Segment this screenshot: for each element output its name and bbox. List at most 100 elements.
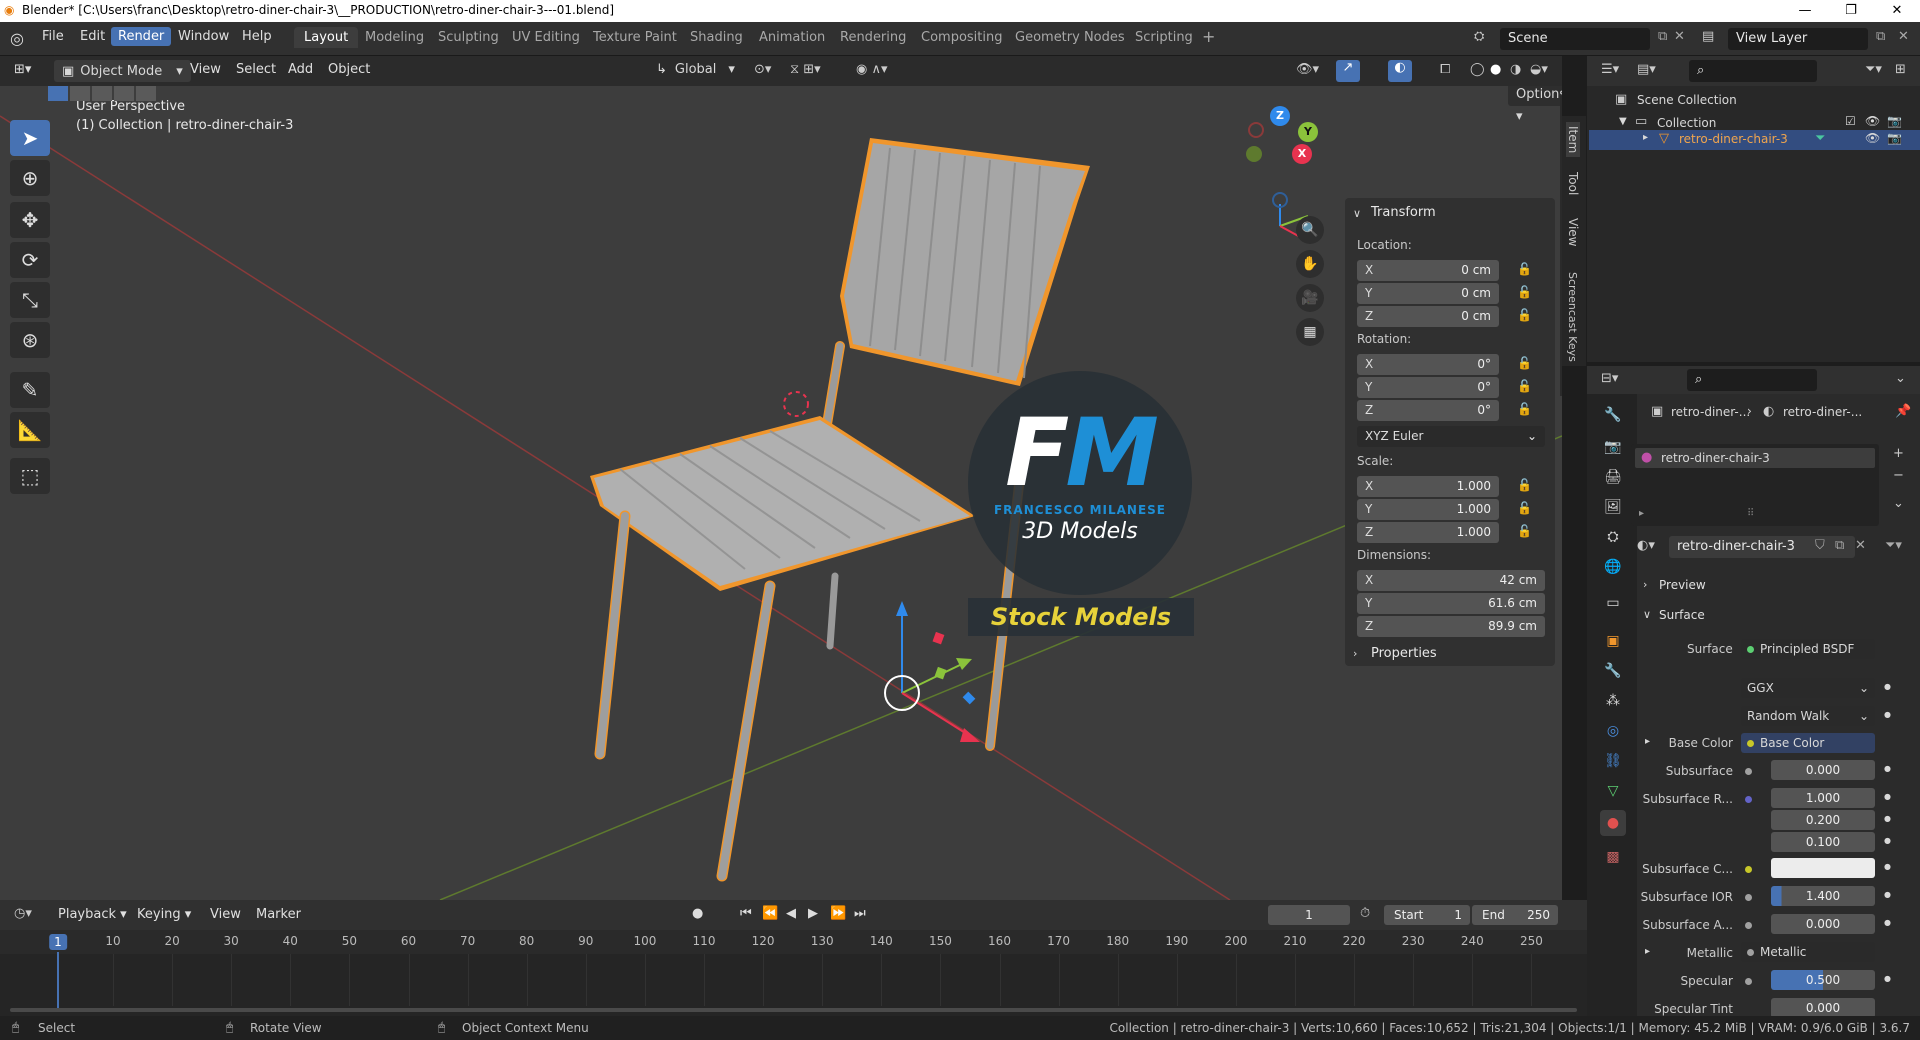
constraints-tab-icon[interactable]: ⛓ (1600, 748, 1626, 774)
material-name-field[interactable]: retro-diner-chair-3 (1669, 536, 1855, 558)
prev-keyframe-icon[interactable]: ⏪ (762, 906, 778, 921)
lock-icon[interactable]: 🔓 (1517, 285, 1532, 299)
end-frame-field[interactable]: End 250 (1472, 905, 1558, 925)
animate-dot-icon[interactable]: ● (1884, 792, 1891, 801)
subsurface-radius-z-field[interactable]: 0.100 (1771, 832, 1875, 852)
subsurface-radius-y-field[interactable]: 0.200 (1771, 810, 1875, 830)
tab-compositing[interactable]: Compositing (921, 30, 1003, 45)
unlink-icon[interactable]: ✕ (1855, 538, 1866, 553)
tab-sculpting[interactable]: Sculpting (438, 30, 499, 45)
transform-section-title[interactable]: Transform (1371, 205, 1436, 220)
lock-icon[interactable]: 🔓 (1517, 356, 1532, 370)
lock-icon[interactable]: 🔓 (1517, 478, 1532, 492)
lock-icon[interactable]: 🔓 (1517, 262, 1532, 276)
tab-geometry-nodes[interactable]: Geometry Nodes (1015, 30, 1125, 45)
scene-tab-icon[interactable]: ⛭ (1600, 524, 1626, 550)
move-tool[interactable]: ✥ (10, 202, 50, 238)
lock-icon[interactable]: 🔓 (1517, 501, 1532, 515)
duplicate-icon[interactable]: ⧉ (1835, 538, 1844, 553)
transform-tool[interactable]: ⊛ (10, 322, 50, 358)
mode-selector[interactable]: ▣ Object Mode ▾ (54, 60, 191, 82)
tab-animation[interactable]: Animation (759, 30, 825, 45)
select-intersect-icon[interactable] (136, 86, 156, 101)
slot-menu-icon[interactable]: ⌄ (1893, 496, 1904, 511)
tab-texture-paint[interactable]: Texture Paint (593, 30, 677, 45)
current-frame-field[interactable]: 1 (1268, 905, 1350, 925)
socket-icon[interactable] (1745, 918, 1758, 933)
specular-field[interactable]: 0.500 (1771, 970, 1875, 990)
timeline-menu-playback[interactable]: Playback ▾ (58, 907, 127, 922)
outliner-scene-collection[interactable]: Scene Collection (1637, 93, 1737, 107)
nav-gizmo-neg-z[interactable] (1272, 192, 1288, 208)
animate-dot-icon[interactable]: ● (1884, 862, 1891, 871)
animate-dot-icon[interactable]: ● (1884, 814, 1891, 823)
overlay-toggle-icon[interactable]: ◐ (1388, 60, 1412, 82)
remove-slot-icon[interactable]: − (1893, 468, 1904, 483)
preview-section-title[interactable]: Preview (1659, 578, 1706, 592)
socket-icon[interactable] (1745, 792, 1758, 807)
nav-gizmo-neg-y[interactable] (1246, 146, 1262, 162)
particles-tab-icon[interactable]: ⁂ (1600, 688, 1626, 714)
scale-tool[interactable]: ⤡ (10, 282, 50, 318)
3d-viewport[interactable]: User Perspective (1) Collection | retro-… (0, 86, 1562, 900)
dimensions-z-field[interactable]: Z 89.9 cm (1357, 616, 1545, 637)
timeline-menu-view[interactable]: View (210, 907, 241, 922)
perspective-grid-icon[interactable]: ▦ (1296, 318, 1324, 346)
filter-icon[interactable]: ⏷▾ (1865, 62, 1882, 77)
gizmo-toggle-icon[interactable]: ↗ (1336, 60, 1360, 82)
resize-handle-icon[interactable]: ⠿ (1747, 508, 1754, 519)
nav-gizmo-z[interactable]: Z (1270, 106, 1290, 126)
record-icon[interactable]: ● (692, 906, 703, 921)
timeline-editor-icon[interactable]: ◷▾ (14, 906, 32, 921)
lock-icon[interactable]: 🔓 (1517, 379, 1532, 393)
new-collection-icon[interactable]: ⊞ (1895, 62, 1906, 77)
timeline-menu-keying[interactable]: Keying ▾ (137, 907, 191, 922)
material-tab-icon[interactable]: ● (1600, 810, 1626, 836)
tab-screencast-keys[interactable]: Screencast Keys (1566, 272, 1579, 362)
tab-modeling[interactable]: Modeling (365, 30, 424, 45)
transform-orientation[interactable]: ↳ Global ▾ (656, 62, 735, 77)
outliner-search-input[interactable]: ⌕ (1689, 60, 1817, 82)
scale-x-field[interactable]: X 1.000 (1357, 476, 1499, 497)
camera-view-icon[interactable]: 🎥 (1296, 284, 1324, 312)
nav-gizmo-neg-x[interactable] (1248, 122, 1264, 138)
cursor-tool[interactable]: ⊕ (10, 160, 50, 196)
xray-icon[interactable]: ⧠ (1440, 62, 1450, 77)
location-y-field[interactable]: Y0 cm (1357, 283, 1499, 304)
subsurface-ior-field[interactable]: 1.400 (1771, 886, 1875, 906)
outliner-object-row[interactable]: ▸ ▽ retro-diner-chair-3 ⏷ 👁 📷 (1589, 130, 1920, 150)
rotation-x-field[interactable]: X 0° (1357, 354, 1499, 375)
tab-uv-editing[interactable]: UV Editing (512, 30, 580, 45)
zoom-icon[interactable]: 🔍 (1296, 216, 1324, 244)
maximize-button[interactable]: ❐ (1828, 0, 1874, 22)
output-tab-icon[interactable]: 🖨 (1600, 464, 1626, 490)
texture-tab-icon[interactable]: ▩ (1600, 844, 1626, 870)
specular-tint-field[interactable]: 0.000 (1771, 998, 1875, 1018)
object-tab-icon[interactable]: ▣ (1600, 628, 1626, 654)
tab-item[interactable]: Item (1566, 122, 1580, 158)
data-tab-icon[interactable]: ▽ (1600, 778, 1626, 804)
select-difference-icon[interactable] (114, 86, 134, 101)
tab-scripting[interactable]: Scripting (1135, 30, 1193, 45)
snap-icon[interactable]: ⧖ ⊞▾ (790, 62, 821, 77)
pivot-icon[interactable]: ⊙▾ (754, 62, 771, 77)
properties-editor-icon[interactable]: ⊟▾ (1601, 371, 1618, 386)
animate-dot-icon[interactable]: ● (1884, 890, 1891, 899)
menu-window[interactable]: Window (178, 29, 229, 44)
blender-menu-icon[interactable]: ◎ (10, 29, 24, 48)
material-slot-row[interactable]: ● retro-diner-chair-3 (1635, 448, 1875, 468)
proportional-edit-icon[interactable]: ◉ ∧▾ (856, 62, 888, 77)
playhead[interactable] (57, 952, 59, 1012)
play-reverse-icon[interactable]: ◀ (786, 906, 796, 921)
socket-icon[interactable] (1745, 862, 1758, 877)
animate-dot-icon[interactable]: ● (1884, 710, 1891, 719)
location-x-field[interactable]: X0 cm (1357, 260, 1499, 281)
viewport-menu-select[interactable]: Select (236, 62, 276, 77)
menu-file[interactable]: File (42, 29, 64, 44)
subsurface-color-swatch[interactable] (1771, 858, 1875, 878)
animate-dot-icon[interactable]: ● (1884, 836, 1891, 845)
collection-tab-icon[interactable]: ▭ (1600, 590, 1626, 616)
eye-icon[interactable]: 👁 (1865, 114, 1880, 128)
tab-tool[interactable]: Tool (1566, 172, 1580, 195)
chevron-right-icon[interactable]: ▸ (1639, 508, 1644, 519)
